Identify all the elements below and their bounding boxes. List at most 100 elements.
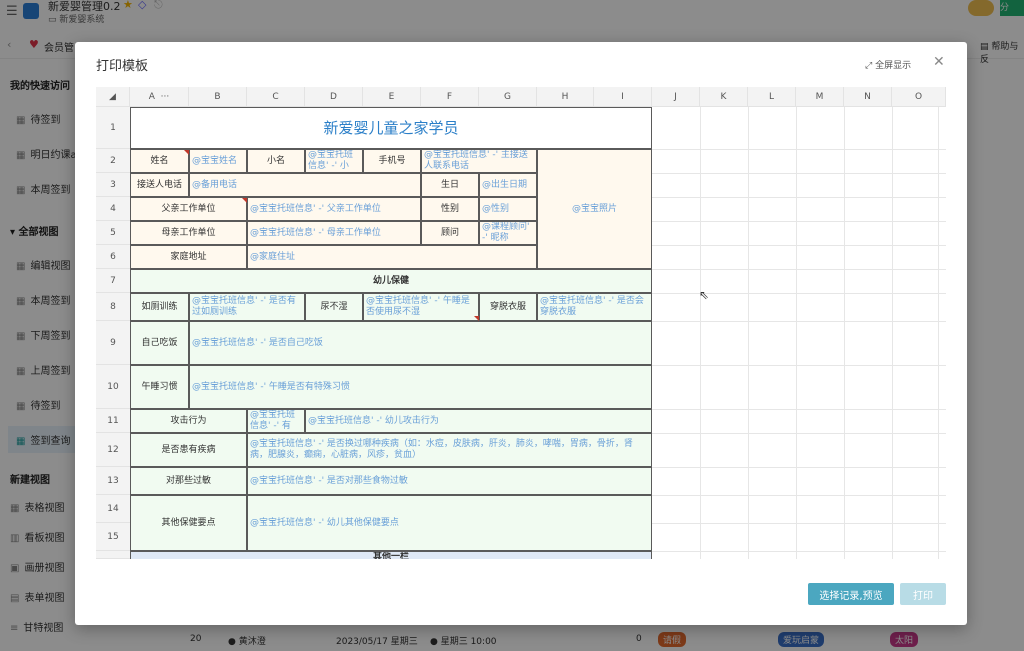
- grid-line: [652, 467, 946, 468]
- cell-gender-label[interactable]: 性别: [421, 197, 479, 221]
- cell-allergy-label[interactable]: 对那些过敏: [130, 467, 247, 495]
- row-header-7[interactable]: 7: [96, 269, 130, 293]
- grid-line: [748, 107, 749, 559]
- expand-icon: ⤢: [865, 61, 876, 71]
- row-header-5[interactable]: 5: [96, 221, 130, 245]
- cell-nap-label[interactable]: 午睡习惯: [130, 365, 189, 409]
- cell-mother-label[interactable]: 母亲工作单位: [130, 221, 247, 245]
- row-header-8[interactable]: 8: [96, 293, 130, 321]
- grid-line: [652, 523, 946, 524]
- row-header-10[interactable]: 10: [96, 365, 130, 409]
- row-header-4[interactable]: 4: [96, 197, 130, 221]
- cell-phone-value[interactable]: @宝宝托班信息' -' 主接送人联系电话: [421, 149, 537, 173]
- column-header-n[interactable]: N: [844, 87, 892, 107]
- row-header-11[interactable]: 11: [96, 409, 130, 433]
- column-header-a[interactable]: A ···: [130, 87, 189, 107]
- cell-nick-label[interactable]: 小名: [247, 149, 305, 173]
- grid-line: [652, 433, 946, 434]
- sheet-title-cell[interactable]: 新爱婴儿童之家学员: [130, 107, 652, 149]
- row-header-14[interactable]: 14: [96, 495, 130, 523]
- cell-dress-label[interactable]: 穿脱衣服: [479, 293, 537, 321]
- cell-birth-value[interactable]: @出生日期: [479, 173, 537, 197]
- cell-diaper-value[interactable]: @宝宝托班信息' -' 午睡是否使用尿不湿: [363, 293, 479, 321]
- cell-toilet-value[interactable]: @宝宝托班信息' -' 是否有过如厕训练: [189, 293, 305, 321]
- column-header-k[interactable]: K: [700, 87, 748, 107]
- column-header-c[interactable]: C: [247, 87, 305, 107]
- cell-nap-value[interactable]: @宝宝托班信息' -' 午睡是否有特殊习惯: [189, 365, 652, 409]
- cell-nick-value[interactable]: @宝宝托班信息' -' 小: [305, 149, 363, 173]
- cell-name-label[interactable]: 姓名: [130, 149, 189, 173]
- grid-line: [652, 293, 946, 294]
- empty-grid[interactable]: [652, 107, 946, 559]
- column-header-h[interactable]: H: [537, 87, 594, 107]
- grid-line: [652, 149, 946, 150]
- row-header-13[interactable]: 13: [96, 467, 130, 495]
- column-header-g[interactable]: G: [479, 87, 537, 107]
- cell-photo-value[interactable]: @宝宝照片: [537, 149, 652, 269]
- cell-disease-label[interactable]: 是否患有疾病: [130, 433, 247, 467]
- column-header-o[interactable]: O: [892, 87, 946, 107]
- close-icon[interactable]: ✕: [933, 54, 945, 70]
- cell-other-label[interactable]: 其他保健要点: [130, 495, 247, 551]
- mouse-cursor-icon: ⇖: [699, 288, 710, 302]
- print-button[interactable]: 打印: [900, 583, 946, 605]
- cell-attack-label[interactable]: 攻击行为: [130, 409, 247, 433]
- cell-mother-value[interactable]: @宝宝托班信息' -' 母亲工作单位: [247, 221, 421, 245]
- cell-dress-value[interactable]: @宝宝托班信息' -' 是否会穿脱衣服: [537, 293, 652, 321]
- column-header-j[interactable]: J: [652, 87, 700, 107]
- cell-father-label[interactable]: 父亲工作单位: [130, 197, 247, 221]
- row-header-6[interactable]: 6: [96, 245, 130, 269]
- cell-name-value[interactable]: @宝宝姓名: [189, 149, 247, 173]
- spreadsheet[interactable]: ◢ A ··· B C D E F G H I J K L M N O 1 2 …: [96, 87, 946, 559]
- cell-pickup-value[interactable]: @备用电话: [189, 173, 421, 197]
- cell-advisor-value[interactable]: @课程顾问' -' 昵称: [479, 221, 537, 245]
- column-header-f[interactable]: F: [421, 87, 479, 107]
- grid-line: [652, 409, 946, 410]
- cell-eat-value[interactable]: @宝宝托班信息' -' 是否自己吃饭: [189, 321, 652, 365]
- cell-birth-label[interactable]: 生日: [421, 173, 479, 197]
- row-header-3[interactable]: 3: [96, 173, 130, 197]
- cell-next-section[interactable]: 其他一栏: [130, 551, 652, 559]
- fullscreen-button[interactable]: ⤢ 全屏显示: [865, 58, 911, 71]
- grid-line: [652, 321, 946, 322]
- column-header-i[interactable]: I: [594, 87, 652, 107]
- row-header-15[interactable]: 15: [96, 523, 130, 551]
- select-record-preview-button[interactable]: 选择记录,预览: [808, 583, 894, 605]
- grid-line: [652, 245, 946, 246]
- column-header-m[interactable]: M: [796, 87, 844, 107]
- cell-attack-value[interactable]: @宝宝托班信息' -' 有: [247, 409, 305, 433]
- cell-father-value[interactable]: @宝宝托班信息' -' 父亲工作单位: [247, 197, 421, 221]
- more-icon[interactable]: ···: [161, 92, 170, 102]
- cell-advisor-label[interactable]: 顾问: [421, 221, 479, 245]
- corner-cell[interactable]: ◢: [96, 87, 130, 107]
- row-header-12[interactable]: 12: [96, 433, 130, 467]
- grid-line: [938, 107, 939, 559]
- cell-health-title[interactable]: 幼儿保健: [130, 269, 652, 293]
- row-header-1[interactable]: 1: [96, 107, 130, 149]
- grid-line: [652, 221, 946, 222]
- grid-line: [652, 173, 946, 174]
- cell-eat-label[interactable]: 自己吃饭: [130, 321, 189, 365]
- cell-gender-value[interactable]: @性别: [479, 197, 537, 221]
- cell-disease-value[interactable]: @宝宝托班信息' -' 是否换过哪种疾病（如：水痘，皮肤病，肝炎，肺炎，哮喘，胃…: [247, 433, 652, 467]
- cell-phone-label[interactable]: 手机号: [363, 149, 421, 173]
- row-header-2[interactable]: 2: [96, 149, 130, 173]
- grid-line: [652, 269, 946, 270]
- cell-other-value[interactable]: @宝宝托班信息' -' 幼儿其他保健要点: [247, 495, 652, 551]
- column-header-l[interactable]: L: [748, 87, 796, 107]
- column-header-b[interactable]: B: [189, 87, 247, 107]
- cell-address-label[interactable]: 家庭地址: [130, 245, 247, 269]
- grid-line: [844, 107, 845, 559]
- cell-pickup-label[interactable]: 接送人电话: [130, 173, 189, 197]
- column-header-e[interactable]: E: [363, 87, 421, 107]
- column-header-d[interactable]: D: [305, 87, 363, 107]
- cell-toilet-label[interactable]: 如厕训练: [130, 293, 189, 321]
- row-header-16[interactable]: [96, 551, 130, 559]
- row-header-9[interactable]: 9: [96, 321, 130, 365]
- cell-allergy-value[interactable]: @宝宝托班信息' -' 是否对那些食物过敏: [247, 467, 652, 495]
- cell-address-value[interactable]: @家庭住址: [247, 245, 537, 269]
- cell-attack-value-2[interactable]: @宝宝托班信息' -' 幼儿攻击行为: [305, 409, 652, 433]
- grid-line: [652, 365, 946, 366]
- cell-diaper-label[interactable]: 尿不湿: [305, 293, 363, 321]
- fullscreen-label: 全屏显示: [875, 61, 912, 71]
